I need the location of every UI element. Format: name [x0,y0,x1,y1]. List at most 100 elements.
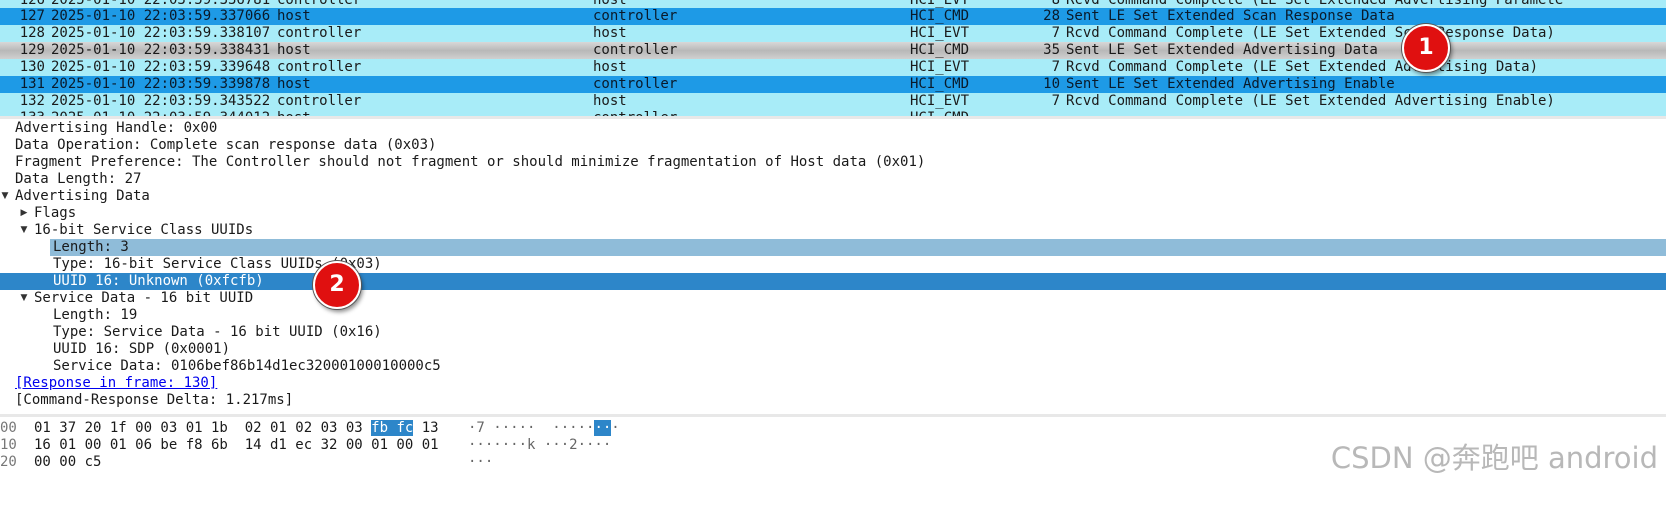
packet-destination: host [593,25,627,41]
packet-time: 2025-01-10 22:03:59.343522 [51,93,271,109]
packet-source: host [277,42,311,58]
pane-splitter-bottom[interactable] [0,414,1666,417]
tree-node[interactable]: [Response in frame: 130] [0,375,1666,392]
tree-node-label: Advertising Handle: 0x00 [15,120,218,136]
hex-offset: 20 [0,454,17,470]
hex-bytes[interactable]: 00 00 c5 [34,454,101,471]
tree-node[interactable]: Fragment Preference: The Controller shou… [0,154,1666,171]
hex-bytes[interactable]: 01 37 20 1f 00 03 01 1b 02 01 02 03 03 f… [34,420,439,437]
tree-node-label: Service Data: 0106bef86b14d1ec3200010001… [53,358,441,374]
tree-node[interactable]: ▼ 16-bit Service Class UUIDs [0,222,1666,239]
packet-info: Rcvd Command Complete (LE Set Extended A… [1066,59,1539,75]
packet-destination: controller [593,8,678,24]
selected-ascii: ·· [594,420,612,436]
hex-bytes-segment: 16 01 00 01 06 be f8 6b 14 d1 ec 32 00 0… [34,437,439,453]
packet-number: 132 [19,93,45,109]
tree-node[interactable]: Service Data: 0106bef86b14d1ec3200010001… [0,358,1666,375]
packet-time: 2025-01-10 22:03:59.339878 [51,76,271,92]
packet-length: 28 [1043,8,1060,24]
hex-ascii-segment: · [611,420,620,436]
selected-bytes: fb fc [371,420,414,436]
packet-number: 131 [19,76,45,92]
hex-bytes-segment: 13 [413,420,439,436]
tree-node[interactable]: Type: Service Data - 16 bit UUID (0x16) [0,324,1666,341]
tree-node[interactable]: UUID 16: SDP (0x0001) [0,341,1666,358]
packet-time: 2025-01-10 22:03:59.338431 [51,42,271,58]
packet-details-tree[interactable]: Advertising Handle: 0x00 Data Operation: … [0,120,1666,412]
annotation-badge-1: 1 [1402,24,1450,72]
tree-node[interactable]: ▼ Service Data - 16 bit UUID [0,290,1666,307]
tree-node-label: [Command-Response Delta: 1.217ms] [15,392,294,408]
packet-row[interactable]: 127 2025-01-10 22:03:59.337066 host control… [0,8,1666,25]
packet-length: 7 [1051,93,1060,109]
tree-node-label: UUID 16: SDP (0x0001) [53,341,231,357]
tree-node[interactable]: Length: 3 [0,239,1666,256]
packet-length: 10 [1043,76,1060,92]
packet-source: host [277,8,311,24]
expand-arrow-icon[interactable]: ▼ [19,290,29,307]
packet-destination: host [593,93,627,109]
highlight-bar [50,239,1666,256]
expand-arrow-icon[interactable]: ▼ [19,222,29,239]
collapse-arrow-icon[interactable]: ▶ [19,205,29,222]
packet-info: Sent LE Set Extended Scan Response Data [1066,8,1395,24]
packet-length: 7 [1051,25,1060,41]
packet-length: 7 [1051,59,1060,75]
packet-protocol: HCI_CMD [910,42,970,58]
packet-info: Sent LE Set Extended Advertising Enable [1066,76,1395,92]
packet-info: Rcvd Command Complete (LE Set Extended A… [1066,93,1555,109]
packet-row[interactable]: 131 2025-01-10 22:03:59.339878 host control… [0,76,1666,93]
pane-splitter-top[interactable] [0,116,1666,119]
packet-length: 35 [1043,42,1060,58]
packet-time: 2025-01-10 22:03:59.338107 [51,25,271,41]
packet-info: Sent LE Set Extended Advertising Data [1066,42,1378,58]
hex-ascii-segment: ··· [468,454,494,470]
packet-source: controller [277,59,362,75]
packet-protocol: HCI_EVT [910,25,970,41]
hex-ascii[interactable]: ·······k ···2···· [468,437,611,454]
packet-protocol: HCI_CMD [910,76,970,92]
hex-ascii[interactable]: ··· [468,454,493,471]
packet-info: Rcvd Command Complete (LE Set Extended S… [1066,25,1555,41]
hex-ascii[interactable]: ·7 ····· ········ [468,420,620,437]
packet-source: host [277,76,311,92]
hex-offset: 10 [0,437,17,453]
packet-number: 128 [19,25,45,41]
tree-node[interactable]: [Command-Response Delta: 1.217ms] [0,392,1666,409]
tree-node-label: Type: Service Data - 16 bit UUID (0x16) [53,324,382,340]
tree-node-label: Service Data - 16 bit UUID [34,290,254,306]
tree-node-label: Fragment Preference: The Controller shou… [15,154,926,170]
tree-node[interactable]: Data Length: 27 [0,171,1666,188]
expand-arrow-icon[interactable]: ▼ [0,188,10,205]
hex-bytes[interactable]: 16 01 00 01 06 be f8 6b 14 d1 ec 32 00 0… [34,437,439,454]
packet-destination: controller [593,42,678,58]
tree-node[interactable]: Length: 19 [0,307,1666,324]
packet-protocol: HCI_EVT [910,59,970,75]
packet-source: controller [277,25,362,41]
packet-protocol: HCI_EVT [910,93,970,109]
tree-node[interactable]: Data Operation: Complete scan response d… [0,137,1666,154]
watermark: CSDN @奔跑吧 android [1330,441,1658,475]
packet-protocol: HCI_CMD [910,8,970,24]
packet-number: 127 [19,8,45,24]
hex-ascii-segment: ·7 ····· ····· [468,420,595,436]
packet-row[interactable]: 132 2025-01-10 22:03:59.343522 controller h… [0,93,1666,110]
tree-node-label[interactable]: [Response in frame: 130] [15,375,217,392]
tree-node[interactable]: Advertising Handle: 0x00 [0,120,1666,137]
tree-node-label: Flags [34,205,77,221]
tree-node-label: Data Operation: Complete scan response d… [15,137,437,153]
annotation-badge-2: 2 [313,261,361,309]
tree-node[interactable]: ▶ Flags [0,205,1666,222]
tree-node-label: Advertising Data [15,188,150,204]
packet-number: 129 [19,42,45,58]
tree-node[interactable]: ▼ Advertising Data [0,188,1666,205]
hex-bytes-segment: 00 00 c5 [34,454,102,470]
hex-offset: 00 [0,420,17,436]
tree-node[interactable]: Type: 16-bit Service Class UUIDs (0x03) [0,256,1666,273]
packet-destination: host [593,59,627,75]
hex-bytes-segment: 01 37 20 1f 00 03 01 1b 02 01 02 03 03 [34,420,372,436]
packet-destination: controller [593,76,678,92]
tree-node[interactable]: UUID 16: Unknown (0xfcfb) [0,273,1666,290]
tree-node-label: Length: 3 [53,239,129,255]
packet-time: 2025-01-10 22:03:59.337066 [51,8,271,24]
